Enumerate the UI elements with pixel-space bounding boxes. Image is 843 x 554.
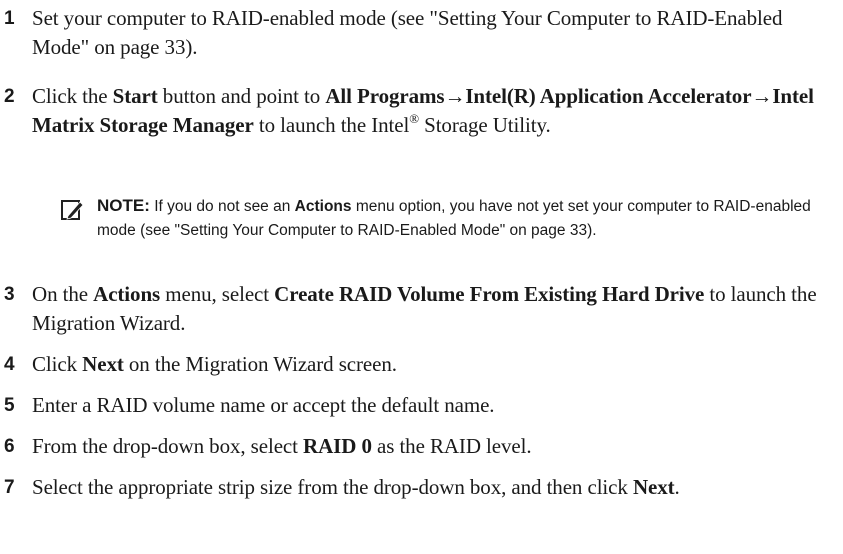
- step-number: 6: [4, 436, 15, 457]
- text-run: If you do not see an: [149, 198, 295, 215]
- bold-text: RAID 0: [303, 434, 372, 458]
- document-page: 1 Set your computer to RAID-enabled mode…: [0, 0, 843, 554]
- bold-text: Actions: [294, 198, 352, 215]
- step-number: 5: [4, 395, 15, 416]
- step-number: 3: [4, 284, 15, 305]
- step-number: 1: [4, 8, 15, 29]
- text-run: as the RAID level.: [371, 434, 532, 458]
- step-text: Select the appropriate strip size from t…: [32, 473, 839, 502]
- pencil-note-icon: [61, 200, 84, 220]
- note-text: NOTE: If you do not see an Actions menu …: [97, 194, 839, 243]
- text-run: menu, select: [160, 282, 275, 306]
- text-run: Storage Utility.: [418, 113, 551, 137]
- text-run: to launch the Intel: [253, 113, 410, 137]
- bold-text: Create RAID Volume From Existing Hard Dr…: [274, 282, 705, 306]
- superscript-text: ®: [409, 111, 419, 126]
- step-text: On the Actions menu, select Create RAID …: [32, 280, 839, 338]
- text-run: On the: [32, 282, 94, 306]
- text-run: Set your computer to RAID-enabled mode (…: [32, 6, 783, 59]
- step-text: Click Next on the Migration Wizard scree…: [32, 350, 839, 379]
- text-run: Select the appropriate strip size from t…: [32, 475, 633, 499]
- text-run: Enter a RAID volume name or accept the d…: [32, 393, 495, 417]
- bold-text: Next: [632, 475, 675, 499]
- text-run: Click: [32, 352, 83, 376]
- text-run: From the drop-down box, select: [32, 434, 304, 458]
- text-run: on the Migration Wizard screen.: [123, 352, 397, 376]
- step-number: 2: [4, 86, 15, 107]
- text-run: .: [674, 475, 680, 499]
- note-body: If you do not see an Actions menu option…: [97, 198, 811, 239]
- step-text: Set your computer to RAID-enabled mode (…: [32, 4, 839, 62]
- step-number: 7: [4, 477, 15, 498]
- step-number: 4: [4, 354, 15, 375]
- text-run: button and point to: [157, 84, 326, 108]
- step-text: Click the Start button and point to All …: [32, 82, 839, 140]
- bold-text: Actions: [93, 282, 161, 306]
- bold-text: Next: [82, 352, 124, 376]
- text-run: Click the: [32, 84, 113, 108]
- step-text: Enter a RAID volume name or accept the d…: [32, 391, 839, 420]
- step-text: From the drop-down box, select RAID 0 as…: [32, 432, 839, 461]
- note-label: NOTE:: [97, 196, 150, 215]
- bold-text: Start: [112, 84, 158, 108]
